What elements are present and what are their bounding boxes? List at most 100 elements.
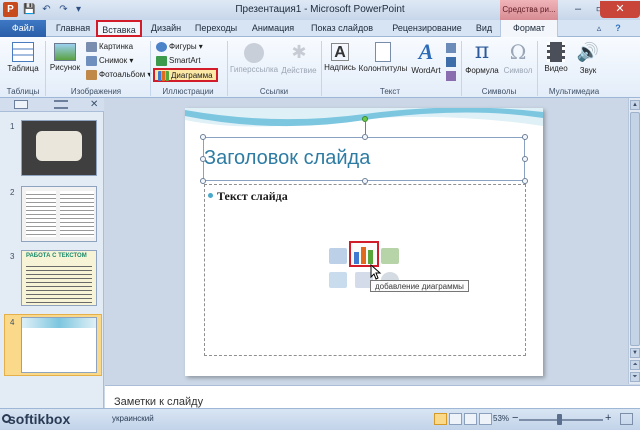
tab-animations[interactable]: Анимация — [246, 20, 300, 37]
shapes-button[interactable]: Фигуры ▾ — [156, 41, 203, 53]
picture-button[interactable]: Рисунок — [47, 40, 83, 84]
slides-tab-icon[interactable] — [14, 100, 28, 109]
fit-to-window-icon[interactable] — [620, 413, 633, 425]
header-footer-label: Колонтитулы — [358, 64, 408, 73]
chart-button[interactable]: Диаграмма — [153, 68, 218, 82]
zoom-level[interactable]: 53% — [493, 414, 509, 423]
wordart-icon: A — [418, 39, 434, 64]
tab-home[interactable]: Главная — [50, 20, 96, 37]
notes-pane[interactable]: Заметки к слайду — [105, 385, 640, 408]
contextual-tools-header: Средства ри... — [500, 0, 558, 20]
normal-view-icon[interactable] — [434, 413, 447, 425]
photo-album-button[interactable]: Фотоальбом ▾ — [86, 69, 151, 81]
content-text[interactable]: Текст слайда — [217, 189, 288, 204]
language-indicator[interactable]: украинский — [112, 414, 154, 423]
scroll-up-icon[interactable]: ▲ — [630, 100, 640, 110]
slide-thumbnail-3[interactable]: РАБОТА С ТЕКСТОМ — [21, 250, 97, 306]
zoom-out-icon[interactable]: − — [512, 412, 518, 424]
tab-format[interactable]: Формат — [500, 20, 558, 37]
insert-picture-icon[interactable] — [329, 272, 347, 288]
minimize-button[interactable]: – — [566, 1, 590, 18]
next-slide-icon[interactable]: ⏷ — [630, 372, 640, 382]
wordart-button[interactable]: A WordArt — [408, 40, 444, 84]
resize-handle[interactable] — [522, 156, 528, 162]
shapes-label: Фигуры — [169, 42, 197, 51]
zoom-slider-thumb[interactable] — [557, 414, 562, 425]
resize-handle[interactable] — [362, 134, 368, 140]
photo-album-label: Фотоальбом — [99, 70, 146, 79]
scroll-down-icon[interactable]: ▼ — [630, 348, 640, 358]
slide-number: 2 — [10, 188, 15, 197]
photo-album-icon — [86, 69, 97, 80]
slide-number-icon[interactable] — [446, 57, 456, 67]
tab-design[interactable]: Дизайн — [144, 20, 188, 37]
tab-file[interactable]: Файл — [0, 20, 46, 37]
reading-view-icon[interactable] — [464, 413, 477, 425]
clipart-button[interactable]: Картинка — [86, 41, 133, 53]
slide-thumbnail-4[interactable] — [21, 317, 97, 373]
thumbnail-wave — [22, 318, 96, 328]
group-label-images: Изображения — [70, 87, 122, 96]
previous-slide-icon[interactable]: ⏶ — [630, 360, 640, 370]
help-icon[interactable]: ? — [610, 20, 626, 37]
slide-sorter-icon[interactable] — [449, 413, 462, 425]
date-time-icon[interactable] — [446, 43, 456, 53]
table-button[interactable]: Таблица — [4, 40, 42, 84]
slides-pane-tabs: ✕ — [0, 98, 104, 112]
slide-title[interactable]: Заголовок слайда — [204, 147, 370, 170]
slide-canvas[interactable]: Заголовок слайда Текст слайда добавление… — [185, 108, 543, 376]
screenshot-label: Снимок — [99, 56, 128, 65]
title-placeholder[interactable]: Заголовок слайда — [203, 137, 525, 181]
thumbnail-text-lines — [60, 191, 94, 237]
group-label-tables: Таблицы — [6, 87, 40, 96]
symbol-button[interactable]: Ω Символ — [500, 40, 536, 84]
tab-review[interactable]: Рецензирование — [382, 20, 472, 37]
slide-thumbnail-2[interactable] — [21, 186, 97, 242]
textbox-label: Надпись — [324, 63, 356, 72]
thumbnail-text-lines — [26, 191, 56, 237]
slideshow-view-icon[interactable] — [479, 413, 492, 425]
tab-insert[interactable]: Вставка — [96, 20, 142, 37]
video-button[interactable]: Видео — [540, 40, 572, 84]
scroll-thumb[interactable] — [630, 112, 640, 346]
tab-transitions[interactable]: Переходы — [190, 20, 242, 37]
close-button[interactable]: ✕ — [600, 1, 640, 18]
slide-number: 3 — [10, 252, 15, 261]
resize-handle[interactable] — [200, 134, 206, 140]
textbox-button[interactable]: A Надпись — [323, 40, 357, 84]
object-icon[interactable] — [446, 71, 456, 81]
close-pane-icon[interactable]: ✕ — [90, 99, 98, 110]
collapse-ribbon-icon[interactable]: ▵ — [592, 20, 606, 37]
symbol-label: Символ — [503, 66, 533, 75]
slide-thumbnail-1[interactable] — [21, 120, 97, 176]
hyperlink-button[interactable]: Гиперссылка — [230, 40, 278, 84]
action-button[interactable]: ✱ Действие — [278, 40, 320, 84]
header-footer-icon — [375, 42, 391, 62]
equation-label: Формула — [465, 66, 499, 75]
smartart-button[interactable]: SmartArt — [156, 55, 201, 67]
group-label-text: Текст — [379, 87, 401, 96]
vertical-scrollbar[interactable]: ▲ ▼ ⏶ ⏷ — [628, 98, 640, 384]
resize-handle[interactable] — [200, 156, 206, 162]
chart-label: Диаграмма — [171, 71, 213, 80]
outline-tab-icon[interactable] — [54, 100, 68, 109]
equation-button[interactable]: π Формула — [464, 40, 500, 84]
screenshot-button[interactable]: Снимок ▾ — [86, 55, 133, 67]
chart-icon — [158, 70, 169, 81]
film-icon — [547, 42, 565, 62]
insert-table-icon[interactable] — [329, 248, 347, 264]
content-placeholder[interactable]: Текст слайда — [204, 184, 526, 356]
resize-handle[interactable] — [522, 134, 528, 140]
zoom-in-icon[interactable]: + — [605, 412, 611, 424]
slide-number: 1 — [10, 122, 15, 131]
notes-placeholder[interactable]: Заметки к слайду — [114, 396, 203, 408]
bar-chart-icon — [354, 247, 373, 264]
title-bar: P 💾 ↶ ↷ ▾ Презентация1 - Microsoft Power… — [0, 0, 640, 20]
slide-editor: Заголовок слайда Текст слайда добавление… — [105, 98, 628, 384]
tab-view[interactable]: Вид — [468, 20, 500, 37]
insert-smartart-icon[interactable] — [381, 248, 399, 264]
tab-slideshow[interactable]: Показ слайдов — [304, 20, 380, 37]
chart-tooltip: добавление диаграммы — [370, 280, 469, 292]
header-footer-button[interactable]: Колонтитулы — [358, 40, 408, 84]
audio-button[interactable]: 🔊 Звук — [572, 40, 604, 84]
